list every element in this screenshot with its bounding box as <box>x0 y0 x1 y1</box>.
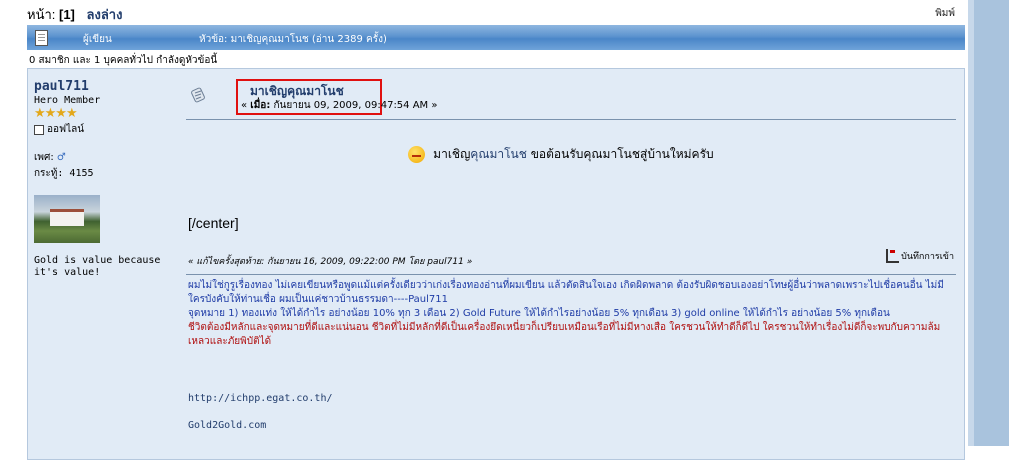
signature-block: ผมไม่ใช่กูรูเรื่องทอง ไม่เคยเขียนหรือพูด… <box>188 279 954 349</box>
signature-divider <box>186 274 956 275</box>
poster-name[interactable]: paul711 <box>34 79 182 94</box>
online-status-label: ออฟไลน์ <box>47 124 85 135</box>
avatar <box>34 195 100 243</box>
rank-stars: ★★★★ <box>34 106 78 121</box>
post-divider <box>186 119 956 120</box>
subject-highlight-box: มาเชิญคุณมาโนช « เมื่อ: กันยายน 09, 2009… <box>236 79 437 115</box>
center-tag-text: [/center] <box>188 215 239 231</box>
greeting-link[interactable]: คุณมาโนช <box>470 147 527 161</box>
poster-info: paul711 Hero Member ★★★★ ออฟไลน์ เพศ: ♂ … <box>34 79 182 279</box>
topic-document-icon <box>35 30 48 46</box>
post-count: กระทู้: 4155 <box>34 168 94 179</box>
go-bottom-link[interactable]: ลงล่าง <box>87 7 123 22</box>
author-column-label: ผู้เขียน <box>83 34 112 45</box>
post-date-prefix: « <box>241 100 251 111</box>
current-page: [1] <box>59 7 75 22</box>
forum-post: paul711 Hero Member ★★★★ ออฟไลน์ เพศ: ♂ … <box>27 68 965 460</box>
pages-label: หน้า: <box>27 7 56 22</box>
report-link[interactable]: บันทึกการเข้า <box>886 249 954 263</box>
post-icon <box>191 87 205 103</box>
signature-links: http://ichpp.egat.co.th/ Gold2Gold.com <box>188 393 333 447</box>
signature-line-2: จุดหมาย 1) ทองแท่ง ให้ได้กำไร อย่างน้อย … <box>188 308 890 319</box>
report-label: บันทึกการเข้า <box>901 252 954 262</box>
viewers-count: 0 สมาชิก และ 1 บุคคลทั่วไป กำลังดูหัวข้อ… <box>29 55 218 66</box>
signature-line-3: ชีวิตต้องมีหลักและจุดหมายที่ดีและแน่นอน … <box>188 322 941 347</box>
topic-title: หัวข้อ: มาเชิญคุณมาโนช (อ่าน 2389 ครั้ง) <box>199 34 387 45</box>
link-ichpp[interactable]: http://ichpp.egat.co.th/ <box>188 393 333 404</box>
greeting-text-before: มาเชิญ <box>433 147 471 161</box>
poster-rank: Hero Member <box>34 95 101 106</box>
gutter-edge <box>968 0 974 446</box>
post-date-label: เมื่อ: <box>250 100 271 111</box>
topic-header-bar: ผู้เขียน หัวข้อ: มาเชิญคุณมาโนช (อ่าน 23… <box>27 25 965 50</box>
online-status: ออฟไลน์ <box>34 122 182 137</box>
post-date: « เมื่อ: กันยายน 09, 2009, 09:47:54 AM » <box>241 98 481 113</box>
smiley-icon <box>408 146 426 163</box>
link-gold2gold[interactable]: Gold2Gold.com <box>188 420 333 431</box>
signature-line-1: ผมไม่ใช่กูรูเรื่องทอง ไม่เคยเขียนหรือพูด… <box>188 280 944 305</box>
greeting-text-after: ขอต้อนรับคุณมาโนชสู่บ้านใหม่ครับ <box>526 147 714 161</box>
poster-personal-text: Gold is value because it's value! <box>34 255 161 278</box>
offline-status-icon <box>34 124 44 135</box>
last-edit-note: « แก้ไขครั้งสุดท้าย: กันยายน 16, 2009, 0… <box>188 257 473 267</box>
print-link[interactable]: พิมพ์ <box>935 6 955 21</box>
log-icon <box>886 249 900 263</box>
post-body-greeting: มาเชิญคุณมาโนช ขอต้อนรับคุณมาโนชสู่บ้านใ… <box>28 145 964 164</box>
pages-indicator: หน้า: [1] ลงล่าง <box>27 4 122 25</box>
page-right-gutter <box>968 0 1009 446</box>
page-navigation-bar: หน้า: [1] ลงล่าง พิมพ์ <box>27 4 957 22</box>
post-date-value: กันยายน 09, 2009, 09:47:54 AM » <box>270 100 438 111</box>
